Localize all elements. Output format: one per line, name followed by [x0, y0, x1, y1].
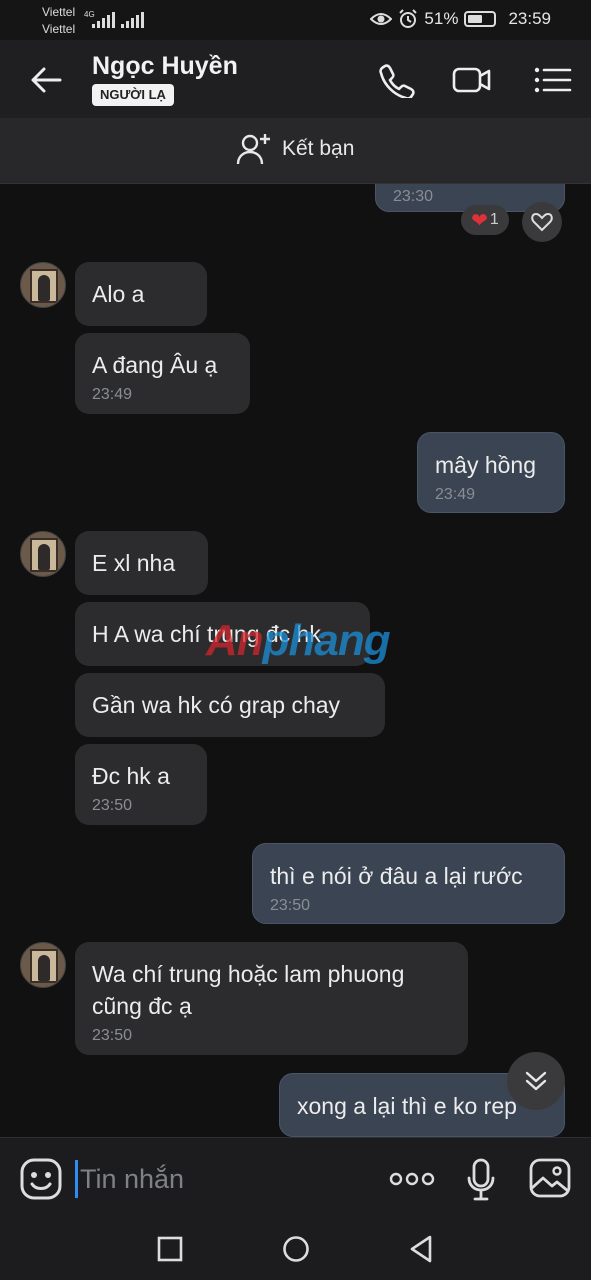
- phone-icon[interactable]: [376, 62, 416, 98]
- message-bubble-incoming[interactable]: Wa chí trung hoặc lam phuong cũng đc ạ 2…: [75, 942, 468, 1055]
- video-icon[interactable]: [452, 62, 492, 98]
- carrier-1: Viettel: [42, 5, 76, 19]
- avatar[interactable]: [20, 531, 66, 577]
- message-text: Gần wa hk có grap chay: [92, 692, 341, 718]
- message-time: 23:50: [92, 1027, 133, 1044]
- heart-reaction-icon: ❤: [471, 209, 488, 232]
- message-text: A đang Âu ạ: [92, 352, 218, 378]
- message-text: thì e nói ở đâu a lại rước: [270, 863, 523, 889]
- message-bubble-incoming[interactable]: E xl nha: [75, 531, 208, 595]
- reaction-count: 1: [489, 211, 499, 228]
- battery-icon: [464, 11, 497, 27]
- home-icon[interactable]: [281, 1234, 311, 1264]
- composer-bar: [0, 1137, 591, 1220]
- message-text: Alo a: [92, 281, 145, 307]
- watermark-part-a: An: [206, 616, 264, 665]
- more-dots-icon[interactable]: [388, 1172, 436, 1186]
- network-type: 4G: [84, 10, 95, 19]
- message-bubble-incoming[interactable]: Alo a: [75, 262, 207, 326]
- system-nav-bar: [0, 1220, 591, 1280]
- text-caret: [75, 1160, 78, 1198]
- menu-list-icon[interactable]: [532, 62, 572, 98]
- clock: 23:59: [508, 9, 551, 28]
- watermark-part-b: phang: [262, 616, 391, 665]
- avatar[interactable]: [20, 262, 66, 308]
- message-bubble-incoming[interactable]: Đc hk a 23:50: [75, 744, 207, 825]
- scroll-to-bottom-button[interactable]: [507, 1052, 565, 1110]
- microphone-icon[interactable]: [466, 1158, 496, 1202]
- message-list[interactable]: 23:30 ❤ 1 Alo a A đang Âu ạ 23:49 mây hồ…: [0, 184, 591, 1137]
- status-right: 51% 23:59: [370, 9, 551, 29]
- message-text-line-1: Wa chí trung hoặc lam phuong: [92, 961, 405, 987]
- double-chevron-down-icon: [525, 1071, 547, 1091]
- avatar[interactable]: [20, 942, 66, 988]
- message-input[interactable]: [80, 1160, 340, 1198]
- emoji-icon[interactable]: [20, 1158, 62, 1200]
- message-text-line-2: cũng đc ạ: [92, 993, 192, 1019]
- message-bubble-outgoing[interactable]: mây hồng 23:49: [417, 432, 565, 513]
- carrier-2: Viettel: [42, 22, 76, 36]
- watermark-logo: Anphang: [206, 616, 391, 666]
- alarm-icon: [399, 9, 418, 28]
- eye-icon: [370, 13, 393, 25]
- message-text: Đc hk a: [92, 763, 170, 789]
- add-friend-icon: [236, 134, 270, 165]
- reaction-badge[interactable]: ❤ 1: [461, 205, 509, 235]
- add-friend-bar: Kết bạn: [0, 118, 591, 184]
- message-time: 23:49: [435, 486, 476, 503]
- image-icon[interactable]: [529, 1158, 571, 1198]
- message-bubble-incoming[interactable]: Gần wa hk có grap chay: [75, 673, 385, 737]
- message-text: mây hồng: [435, 452, 537, 478]
- react-button[interactable]: [522, 202, 562, 242]
- message-time: 23:49: [92, 386, 133, 403]
- message-time: 23:50: [270, 897, 311, 914]
- chat-header: Ngọc Huyền NGƯỜI LẠ: [0, 40, 591, 118]
- recent-apps-icon[interactable]: [155, 1234, 185, 1264]
- message-text: xong a lại thì e ko rep: [297, 1093, 517, 1119]
- message-bubble-incoming[interactable]: A đang Âu ạ 23:49: [75, 333, 250, 414]
- back-arrow-icon[interactable]: [28, 62, 64, 98]
- message-bubble-outgoing[interactable]: thì e nói ở đâu a lại rước 23:50: [252, 843, 565, 924]
- nav-back-icon[interactable]: [406, 1234, 436, 1264]
- message-time: 23:50: [92, 797, 133, 814]
- signal-1-icon: 4G: [84, 10, 115, 28]
- stranger-badge: NGƯỜI LẠ: [92, 84, 174, 106]
- contact-name[interactable]: Ngọc Huyền: [92, 52, 238, 81]
- battery-percent: 51%: [424, 9, 459, 28]
- add-friend-button[interactable]: Kết bạn: [236, 132, 354, 166]
- message-time: 23:30: [393, 188, 434, 205]
- signal-2-icon: [121, 12, 144, 28]
- status-bar: Viettel Viettel 4G 51% 23:59: [0, 0, 591, 40]
- message-text: E xl nha: [92, 550, 176, 576]
- add-friend-label: Kết bạn: [282, 137, 355, 160]
- heart-outline-icon: [531, 212, 553, 232]
